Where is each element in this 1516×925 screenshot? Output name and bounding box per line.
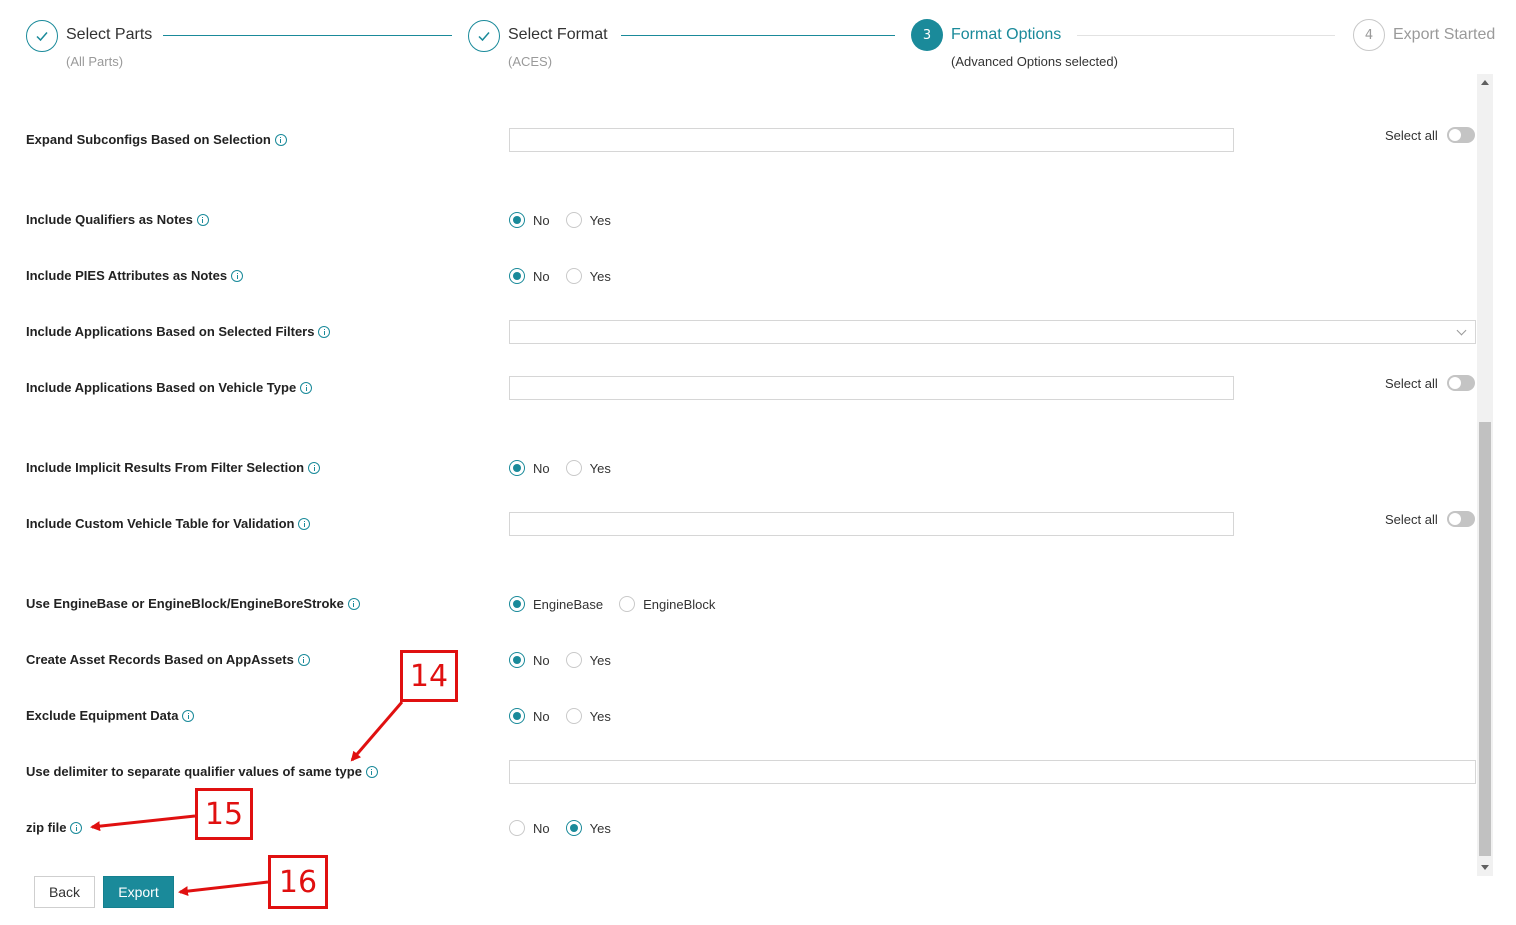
check-icon (36, 32, 48, 42)
radio-option-enginebase[interactable]: EngineBase (509, 596, 603, 612)
expand-subconfigs-input[interactable] (509, 128, 1234, 152)
asset-records-radio-group: No Yes (509, 652, 627, 668)
step-2-subtitle: (ACES) (508, 54, 553, 69)
radio-button[interactable] (565, 460, 582, 476)
qualifiers-notes-radio-group: No Yes (509, 212, 627, 228)
row-label-implicit-results: Include Implicit Results From Filter Sel… (26, 460, 321, 475)
select-all-vehicle-type[interactable]: Select all (1385, 375, 1475, 391)
radio-option-yes[interactable]: Yes (565, 708, 611, 724)
info-icon[interactable] (196, 213, 209, 226)
back-button[interactable]: Back (34, 876, 95, 908)
scroll-up-arrow[interactable] (1481, 80, 1489, 85)
radio-option-engineblock[interactable]: EngineBlock (619, 596, 715, 612)
info-icon[interactable] (347, 597, 360, 610)
row-label-exclude-equipment: Exclude Equipment Data (26, 708, 195, 723)
selected-filters-dropdown[interactable] (509, 320, 1476, 344)
export-button[interactable]: Export (103, 876, 174, 908)
info-icon[interactable] (298, 517, 311, 530)
row-label-engine-base: Use EngineBase or EngineBlock/EngineBore… (26, 596, 360, 611)
info-icon[interactable] (274, 133, 287, 146)
radio-option-no[interactable]: No (509, 268, 550, 284)
radio-button[interactable] (619, 596, 636, 612)
radio-option-no[interactable]: No (509, 212, 550, 228)
select-all-custom-vehicle-table[interactable]: Select all (1385, 511, 1475, 527)
radio-button[interactable] (509, 708, 525, 724)
custom-vehicle-table-input[interactable] (509, 512, 1234, 536)
info-icon[interactable] (318, 325, 331, 338)
radio-option-yes[interactable]: Yes (565, 268, 611, 284)
step-3-title: Format Options (951, 26, 1062, 43)
annotation-callout-15: 15 (195, 788, 253, 840)
radio-button[interactable] (565, 652, 582, 668)
radio-option-yes[interactable]: Yes (565, 820, 611, 836)
step-4-title: Export Started (1393, 26, 1496, 43)
info-icon[interactable] (308, 461, 321, 474)
info-icon[interactable] (70, 821, 83, 834)
vertical-scrollbar[interactable] (1477, 74, 1493, 876)
radio-option-yes[interactable]: Yes (565, 460, 611, 476)
step-connector (163, 35, 452, 36)
radio-option-no[interactable]: No (509, 460, 550, 476)
row-label-delimiter: Use delimiter to separate qualifier valu… (26, 764, 378, 779)
toggle-switch[interactable] (1446, 375, 1475, 391)
radio-option-no[interactable]: No (509, 820, 550, 836)
annotation-arrow-16 (178, 880, 269, 897)
row-label-selected-filters: Include Applications Based on Selected F… (26, 324, 331, 339)
annotation-arrow-14 (350, 701, 404, 762)
info-icon[interactable] (365, 765, 378, 778)
row-label-expand-subconfigs: Expand Subconfigs Based on Selection (26, 132, 287, 147)
radio-button[interactable] (565, 268, 582, 284)
annotation-callout-16: 16 (268, 855, 328, 909)
delimiter-input[interactable] (509, 760, 1476, 784)
pies-notes-radio-group: No Yes (509, 268, 627, 284)
radio-button[interactable] (509, 652, 525, 668)
row-label-qualifiers-notes: Include Qualifiers as Notes (26, 212, 209, 227)
row-label-custom-vehicle-table: Include Custom Vehicle Table for Validat… (26, 516, 311, 531)
implicit-results-radio-group: No Yes (509, 460, 627, 476)
row-label-vehicle-type: Include Applications Based on Vehicle Ty… (26, 380, 313, 395)
exclude-equipment-radio-group: No Yes (509, 708, 627, 724)
check-icon (478, 32, 490, 42)
info-icon[interactable] (182, 709, 195, 722)
radio-button[interactable] (509, 596, 525, 612)
toggle-switch[interactable] (1446, 127, 1475, 143)
info-icon[interactable] (300, 381, 313, 394)
radio-button[interactable] (509, 820, 525, 836)
step-2-title[interactable]: Select Format (508, 26, 608, 44)
radio-option-no[interactable]: No (509, 652, 550, 668)
annotation-callout-14: 14 (400, 650, 458, 702)
radio-option-no[interactable]: No (509, 708, 550, 724)
radio-button[interactable] (565, 820, 582, 836)
radio-button[interactable] (565, 708, 582, 724)
row-label-zip-file: zip file (26, 820, 83, 835)
radio-option-yes[interactable]: Yes (565, 652, 611, 668)
info-icon[interactable] (297, 653, 310, 666)
zip-file-radio-group: No Yes (509, 820, 627, 836)
step-4-circle: 4 (1353, 19, 1385, 51)
step-connector (1077, 35, 1335, 36)
scroll-thumb[interactable] (1479, 422, 1491, 856)
scroll-down-arrow[interactable] (1481, 865, 1489, 870)
row-label-pies-notes: Include PIES Attributes as Notes (26, 268, 244, 283)
step-2-circle[interactable] (468, 20, 500, 52)
radio-button[interactable] (509, 212, 525, 228)
annotation-arrow-15 (90, 814, 196, 832)
row-label-asset-records: Create Asset Records Based on AppAssets (26, 652, 310, 667)
chevron-down-icon (1456, 325, 1467, 336)
radio-button[interactable] (509, 268, 525, 284)
select-all-expand-subconfigs[interactable]: Select all (1385, 127, 1475, 143)
step-1-subtitle: (All Parts) (66, 54, 124, 69)
info-icon[interactable] (231, 269, 244, 282)
step-3-subtitle: (Advanced Options selected) (951, 54, 1118, 69)
engine-radio-group: EngineBase EngineBlock (509, 596, 731, 612)
radio-option-yes[interactable]: Yes (565, 212, 611, 228)
radio-button[interactable] (565, 212, 582, 228)
radio-button[interactable] (509, 460, 525, 476)
step-1-circle[interactable] (26, 20, 58, 52)
step-connector (621, 35, 895, 36)
step-3-circle: 3 (911, 19, 943, 51)
toggle-switch[interactable] (1446, 511, 1475, 527)
vehicle-type-input[interactable] (509, 376, 1234, 400)
step-1-title[interactable]: Select Parts (66, 26, 152, 44)
